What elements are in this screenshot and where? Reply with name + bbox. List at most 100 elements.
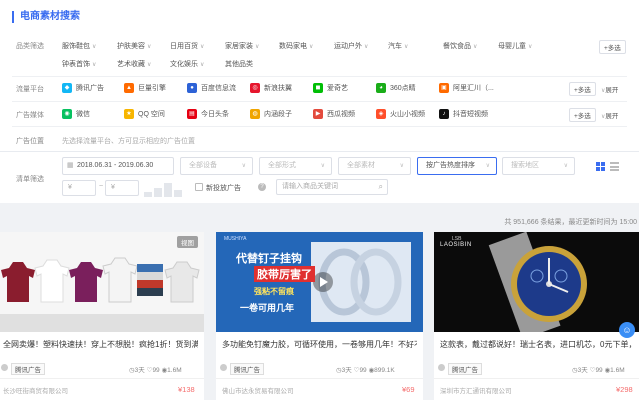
card-image: 视图: [0, 232, 204, 332]
media-logo-icon: ♪: [439, 109, 449, 119]
customer-service-button[interactable]: ☺: [619, 322, 635, 338]
chevron-down-icon: ∨: [147, 62, 152, 68]
card-stats: ◷3天 ♡99 ◉1.6M: [129, 367, 182, 374]
media-item[interactable]: ◍ 内涵段子: [250, 109, 292, 119]
platform-item[interactable]: ◕ 360点睛: [376, 83, 416, 93]
chevron-down-icon: ∨: [473, 44, 478, 50]
platform-item[interactable]: ◆ 腾讯广告: [62, 83, 104, 93]
media-item[interactable]: ★ QQ 空间: [124, 109, 165, 119]
chevron-down-icon: ∨: [92, 44, 97, 50]
card-image: LSB LAOSIBIN: [434, 232, 639, 332]
date-range-picker[interactable]: ▦ 2018.06.31 - 2019.06.30: [62, 157, 174, 175]
category-item[interactable]: 汽车 ∨: [388, 41, 408, 51]
platform-item[interactable]: ◎ 新浪扶翼: [250, 83, 292, 93]
filter-panel: 电商素材搜索 品类筛选 服饰鞋包 ∨ 护肤美容 ∨ 日用百货 ∨ 家居家装 ∨ 数码家电 ∨ 运动户…: [0, 0, 639, 203]
price-histogram: [144, 181, 188, 197]
date-range-text: 2018.06.31 - 2019.06.30: [77, 162, 154, 169]
media-expand-button[interactable]: ∨展开: [601, 110, 618, 120]
divider: [0, 151, 639, 152]
chevron-down-icon: ∨: [255, 44, 260, 50]
image-text-2: 胶带厉害了: [254, 266, 315, 282]
material-select[interactable]: 全部素材 ∨: [338, 157, 411, 175]
new-ad-label: 新投放广告: [206, 185, 241, 192]
platform-logo-icon: ◼: [313, 83, 323, 93]
platform-expand-button[interactable]: ∨展开: [601, 84, 618, 94]
position-hint: 先选择流量平台、方可显示相应的广告位置: [62, 138, 195, 145]
result-count: 共 951,666 条结果，最近更新时间为 15:00: [504, 219, 637, 226]
category-item[interactable]: 运动户外 ∨: [334, 41, 368, 51]
ad-card[interactable]: LSB LAOSIBIN 这款表，戴过都说好！瑞士名表，进口机芯，0元下单，满.…: [434, 232, 639, 400]
media-item[interactable]: ♪ 抖音短视频: [439, 109, 488, 119]
chevron-down-icon: ∨: [309, 44, 314, 50]
platform-logo-icon: ▲: [124, 83, 134, 93]
chevron-down-icon: ∨: [320, 163, 325, 169]
category-item[interactable]: 服饰鞋包 ∨: [62, 41, 96, 51]
platform-item[interactable]: ◼ 爱奇艺: [313, 83, 348, 93]
chevron-down-icon: ∨: [563, 163, 568, 169]
position-label: 广告位置: [16, 138, 44, 145]
brand-text: MUSHIYA: [224, 236, 247, 242]
range-dash: ~: [99, 183, 104, 190]
platform-label: 流量平台: [16, 86, 44, 93]
media-item[interactable]: ▶ 西瓜视频: [313, 109, 355, 119]
category-multi-button[interactable]: +多选: [599, 40, 626, 54]
media-logo-icon: ▤: [187, 109, 197, 119]
card-title[interactable]: 多功能免钉魔力胶，可循环使用，一卷够用几年！不好不...: [222, 339, 417, 350]
price-min-input[interactable]: ¥: [62, 180, 96, 196]
image-text-4: 一卷可用几年: [240, 303, 295, 313]
media-item[interactable]: ◉ 微信: [62, 109, 90, 119]
platform-item[interactable]: ● 百度信息流: [187, 83, 236, 93]
media-label: 广告媒体: [16, 112, 44, 119]
divider: [12, 76, 627, 77]
card-title[interactable]: 这款表，戴过都说好！瑞士名表，进口机芯，0元下单，满...: [440, 339, 635, 350]
price-max-input[interactable]: ¥: [105, 180, 139, 196]
chevron-down-icon: ∨: [364, 44, 369, 50]
category-item[interactable]: 数码家电 ∨: [279, 41, 313, 51]
platform-logo-icon: ◆: [62, 83, 72, 93]
category-item[interactable]: 家居家装 ∨: [225, 41, 259, 51]
platform-icon: [220, 364, 227, 371]
ad-card[interactable]: MUSHIYA 代替钉子挂钩 胶带厉害了 强粘不留痕 一卷可用几年 多功能免钉魔…: [216, 232, 423, 400]
image-text-3: 强粘不留痕: [254, 287, 294, 296]
chevron-down-icon: ∨: [92, 62, 97, 68]
card-title[interactable]: 全网卖爆！塑料快速扶！穿上不想脱！疯抢1折！货到满意...: [3, 339, 198, 350]
media-multi-button[interactable]: +多选: [569, 108, 596, 122]
category-item[interactable]: 护肤美容 ∨: [117, 41, 151, 51]
media-logo-icon: ◈: [376, 109, 386, 119]
keyword-search-input[interactable]: 请输入商品关键词 ⌕: [276, 179, 388, 195]
region-select[interactable]: 搜索地区 ∨: [502, 157, 575, 175]
platform-item[interactable]: ▲ 巨量引擎: [124, 83, 166, 93]
category-item[interactable]: 日用百货 ∨: [170, 41, 204, 51]
platform-item[interactable]: ▣ 阿里汇川（...: [439, 83, 494, 93]
category-item[interactable]: 艺术收藏 ∨: [117, 59, 151, 69]
format-select[interactable]: 全部形式 ∨: [259, 157, 332, 175]
list-view-icon[interactable]: [610, 162, 619, 171]
brand-text: LAOSIBIN: [440, 242, 472, 248]
platform-tag: 腾讯广告: [11, 363, 45, 375]
chevron-down-icon: ∨: [399, 163, 404, 169]
help-icon[interactable]: ?: [258, 183, 266, 191]
grid-view-icon[interactable]: [596, 162, 605, 171]
divider: [12, 126, 627, 127]
device-select[interactable]: 全部设备 ∨: [180, 157, 253, 175]
category-item[interactable]: 其他品类: [225, 59, 253, 69]
platform-icon: [438, 364, 445, 371]
media-item[interactable]: ◈ 火山小视频: [376, 109, 425, 119]
category-item[interactable]: 母婴儿童 ∨: [498, 41, 532, 51]
category-label: 品类筛选: [16, 43, 44, 50]
ad-card[interactable]: 视图 全网卖爆！塑料快速扶！穿上不想脱！疯抢1折！货到满意... 腾讯广告 ◷3…: [0, 232, 204, 400]
category-item[interactable]: 钟表首饰 ∨: [62, 59, 96, 69]
chevron-down-icon: ∨: [200, 44, 205, 50]
category-item[interactable]: 餐饮食品 ∨: [443, 41, 477, 51]
media-item[interactable]: ▤ 今日头条: [187, 109, 229, 119]
search-icon[interactable]: ⌕: [379, 180, 383, 194]
platform-logo-icon: ◎: [250, 83, 260, 93]
card-stats: ◷3天 ♡99 ◉899.1K: [336, 367, 395, 374]
new-ad-checkbox[interactable]: [195, 183, 203, 191]
sort-select[interactable]: 按广告热度排序 ∨: [417, 157, 497, 175]
divider: [216, 378, 423, 379]
platform-multi-button[interactable]: +多选: [569, 82, 596, 96]
platform-tag: 腾讯广告: [448, 363, 482, 375]
category-item[interactable]: 文化娱乐 ∨: [170, 59, 204, 69]
divider: [0, 378, 204, 379]
